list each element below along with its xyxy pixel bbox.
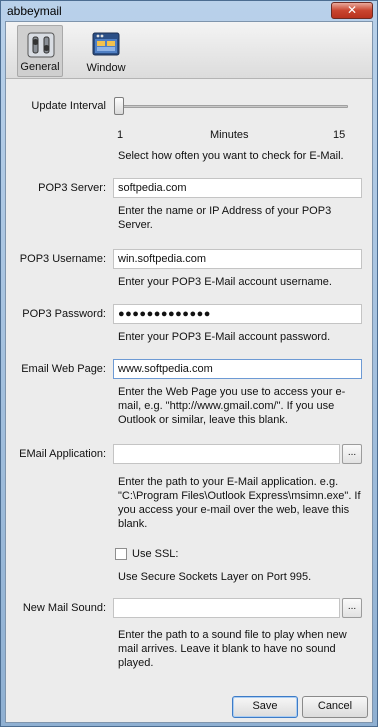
cancel-button[interactable]: Cancel [302, 696, 368, 718]
preferences-panel: General Window Update Interval 1 Minutes [5, 21, 373, 723]
email-web-page-help: Enter the Web Page you use to access you… [118, 386, 346, 426]
pop3-username-label: POP3 Username: [19, 253, 106, 265]
email-application-label: EMail Application: [19, 448, 106, 460]
pop3-password-label: POP3 Password: [22, 308, 106, 320]
save-button[interactable]: Save [232, 696, 298, 718]
update-interval-slider-thumb[interactable] [114, 97, 124, 115]
tab-general-label: General [20, 61, 60, 73]
close-icon: ✕ [346, 3, 358, 17]
pop3-server-input[interactable]: softpedia.com [113, 178, 362, 198]
tab-window[interactable]: Window [82, 25, 130, 77]
slider-max-label: 15 [333, 129, 346, 141]
settings-switch-icon [27, 32, 55, 58]
slider-unit-label: Minutes [210, 129, 249, 141]
new-mail-sound-browse-button[interactable]: ... [342, 598, 362, 618]
pop3-username-help: Enter your POP3 E-Mail account username. [118, 276, 332, 288]
close-button[interactable]: ✕ [331, 2, 373, 19]
use-ssl-checkbox[interactable] [115, 548, 127, 560]
window-title: abbeymail [7, 4, 62, 18]
tab-general[interactable]: General [17, 25, 63, 77]
email-application-help: Enter the path to your E-Mail applicatio… [118, 476, 361, 530]
pop3-username-input[interactable]: win.softpedia.com [113, 249, 362, 269]
update-interval-slider-track[interactable] [118, 105, 348, 108]
use-ssl-help: Use Secure Sockets Layer on Port 995. [118, 571, 312, 583]
email-web-page-input[interactable]: www.softpedia.com [113, 359, 362, 379]
pop3-server-help: Enter the name or IP Address of your POP… [118, 205, 332, 231]
toolbar: General Window [6, 22, 372, 79]
title-bar[interactable]: abbeymail ✕ [1, 1, 377, 21]
preferences-window: abbeymail ✕ General Window Update Interv… [0, 0, 378, 727]
email-web-page-label: Email Web Page: [21, 363, 106, 375]
pop3-password-input[interactable]: ●●●●●●●●●●●●● [113, 304, 362, 324]
slider-min-label: 1 [117, 129, 124, 141]
email-application-browse-button[interactable]: ... [342, 444, 362, 464]
update-interval-help: Select how often you want to check for E… [118, 150, 344, 162]
new-mail-sound-help: Enter the path to a sound file to play w… [118, 629, 347, 669]
tab-window-label: Window [86, 62, 126, 74]
pop3-server-label: POP3 Server: [38, 182, 106, 194]
window-icon [92, 32, 120, 56]
new-mail-sound-input[interactable] [113, 598, 340, 618]
use-ssl-label[interactable]: Use SSL: [132, 548, 178, 560]
email-application-input[interactable] [113, 444, 340, 464]
update-interval-label: Update Interval [31, 100, 106, 112]
new-mail-sound-label: New Mail Sound: [22, 602, 106, 614]
pop3-password-help: Enter your POP3 E-Mail account password. [118, 331, 331, 343]
